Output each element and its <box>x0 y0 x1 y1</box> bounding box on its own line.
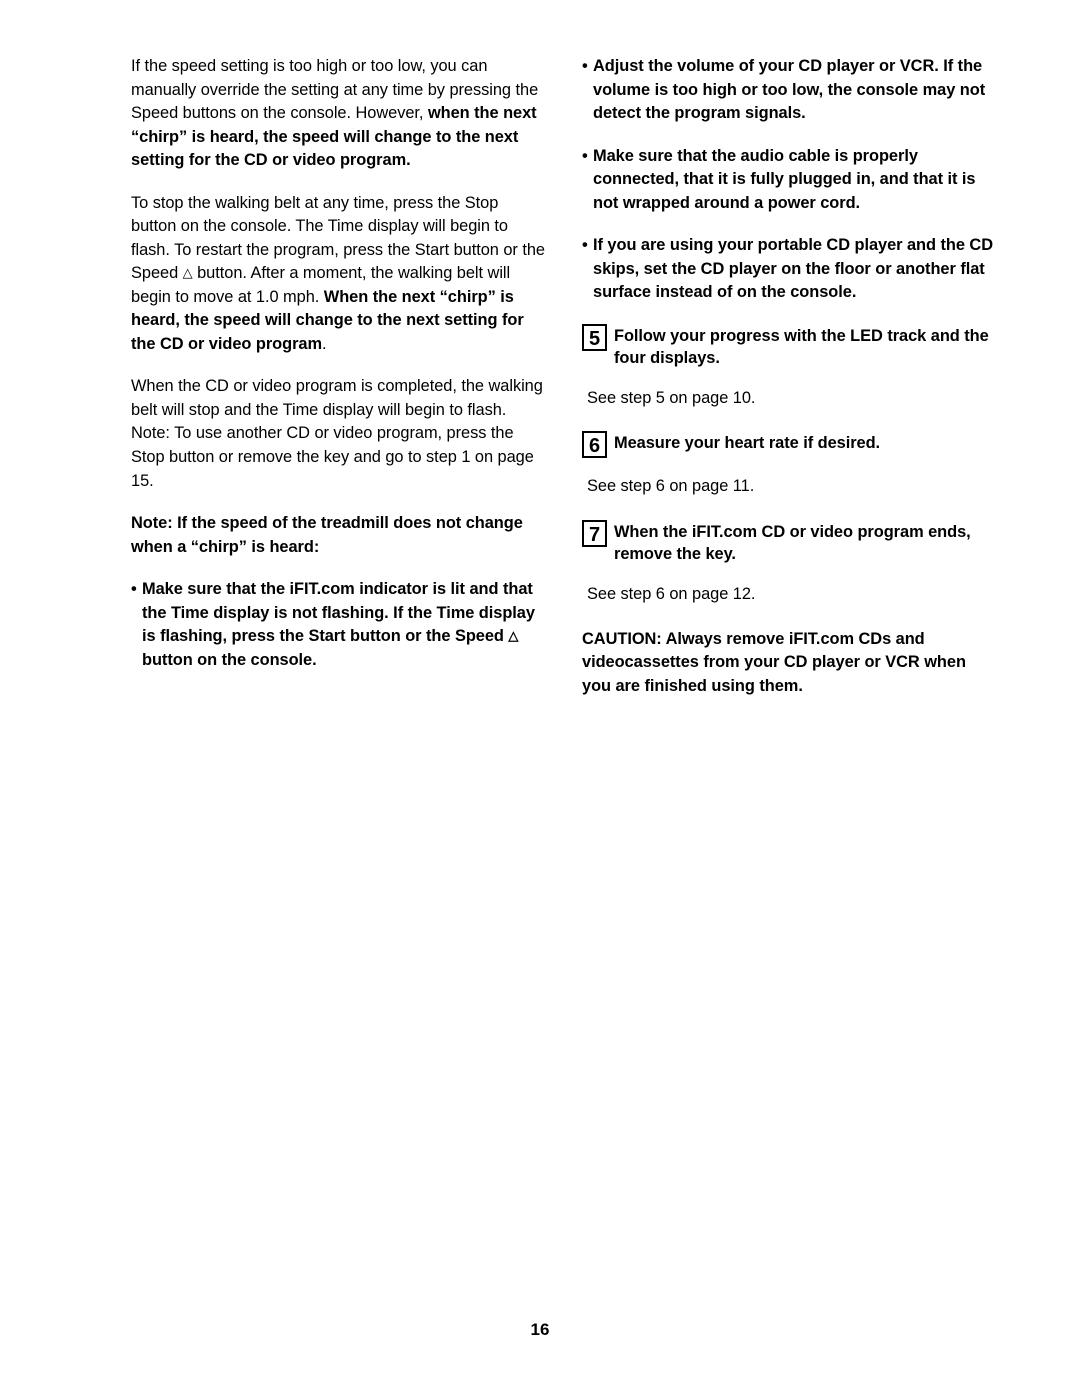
paragraph-stop-belt-period: . <box>322 334 327 353</box>
right-bullet-item-audio-cable: • Make sure that the audio cable is prop… <box>582 145 997 216</box>
page-number: 16 <box>530 1320 550 1339</box>
paragraph-program-complete: When the CD or video program is complete… <box>131 377 543 490</box>
bullet-dot-icon: • <box>582 57 588 75</box>
step-7: 7 When the iFIT.com CD or video program … <box>582 519 997 566</box>
caution-text: CAUTION: Always remove iFIT.com CDs and … <box>582 629 966 695</box>
document-page: If the speed setting is too high or too … <box>0 0 1080 1397</box>
left-bullet-item: • Make sure that the iFIT.com indicator … <box>131 578 546 672</box>
left-column: If the speed setting is too high or too … <box>131 55 546 717</box>
step-5-number: 5 <box>582 323 607 351</box>
bullet-dot-icon: • <box>582 146 588 165</box>
step-7-reference: See step 6 on page 12. <box>587 585 756 604</box>
step-7-text: When the iFIT.com CD or video program en… <box>614 522 971 564</box>
bullet-dot-icon: • <box>582 236 588 255</box>
triangle-up-icon: △ <box>182 265 193 281</box>
paragraph-override-speed: If the speed setting is too high or too … <box>131 55 546 173</box>
step-5-text: Follow your progress with the LED track … <box>614 326 989 368</box>
step-5: 5 Follow your progress with the LED trac… <box>582 323 997 370</box>
right-bullet-text-audio-cable: Make sure that the audio cable is proper… <box>593 146 976 212</box>
step-6-number: 6 <box>582 431 607 459</box>
note-heading: Note: If the speed of the treadmill does… <box>131 514 523 556</box>
left-bullet-text-part2: button on the console. <box>142 650 317 669</box>
right-bullet-item-cd-skips: • If you are using your portable CD play… <box>582 234 997 305</box>
bullet-dot-icon: • <box>131 580 137 599</box>
right-bullet-text-cd-skips: If you are using your portable CD player… <box>593 236 993 302</box>
right-column: • Adjust the volume of your CD player or… <box>582 55 997 717</box>
step-5-reference: See step 5 on page 10. <box>587 388 756 407</box>
step-6-reference: See step 6 on page 11. <box>587 477 755 496</box>
left-bullet-text: Make sure that the iFIT.com indicator is… <box>142 578 546 672</box>
triangle-up-icon: △ <box>508 628 519 644</box>
left-bullet-text-part1: Make sure that the iFIT.com indicator is… <box>142 580 535 646</box>
right-bullet-text-volume: Adjust the volume of your CD player or V… <box>593 57 986 123</box>
two-column-body: If the speed setting is too high or too … <box>0 55 1080 717</box>
right-bullet-item-volume: • Adjust the volume of your CD player or… <box>582 55 997 126</box>
step-7-number: 7 <box>582 519 607 547</box>
paragraph-stop-belt: To stop the walking belt at any time, pr… <box>131 192 546 357</box>
step-6-text: Measure your heart rate if desired. <box>614 434 881 453</box>
step-6: 6 Measure your heart rate if desired. <box>582 431 997 459</box>
